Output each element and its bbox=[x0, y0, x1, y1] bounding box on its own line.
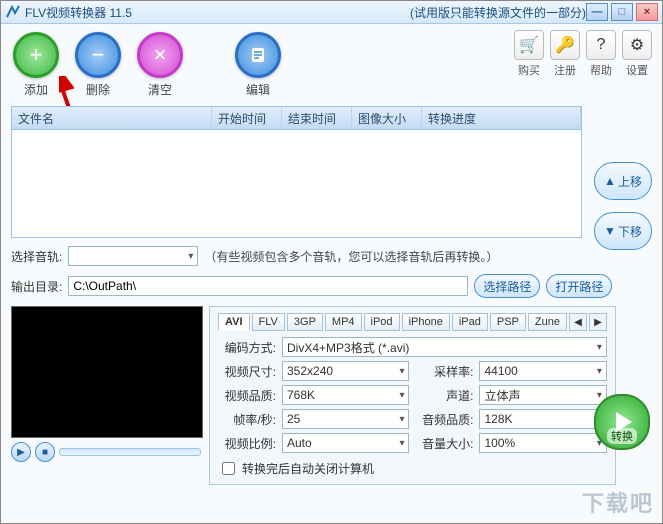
samplerate-select[interactable]: 44100▾ bbox=[479, 361, 606, 381]
volume-select[interactable]: 100%▾ bbox=[479, 433, 606, 453]
samplerate-label: 采样率: bbox=[415, 363, 473, 380]
add-button[interactable]: + 添加 bbox=[11, 30, 61, 100]
title-suffix: (试用版只能转换源文件的一部分) bbox=[410, 4, 586, 21]
remove-button[interactable]: − 删除 bbox=[73, 30, 123, 100]
chevron-down-icon: ▾ bbox=[188, 251, 193, 262]
app-icon bbox=[5, 4, 21, 20]
preview-screen bbox=[11, 306, 203, 438]
open-path-button[interactable]: 打开路径 bbox=[546, 274, 612, 298]
codec-select[interactable]: DivX4+MP3格式 (*.avi)▾ bbox=[282, 337, 607, 357]
move-up-button[interactable]: ▲上移 bbox=[594, 162, 652, 200]
encoding-settings: AVIFLV3GPMP4iPodiPhoneiPadPSPZune◀▶ 编码方式… bbox=[209, 306, 616, 485]
col-progress[interactable]: 转换进度 bbox=[422, 107, 581, 129]
tab-next[interactable]: ▶ bbox=[589, 313, 607, 331]
list-header: 文件名 开始时间 结束时间 图像大小 转换进度 bbox=[12, 107, 581, 130]
maximize-button[interactable]: □ bbox=[611, 3, 633, 21]
cart-icon: 🛒 bbox=[514, 30, 544, 60]
edit-icon bbox=[235, 32, 281, 78]
seek-slider[interactable] bbox=[59, 448, 201, 456]
fps-select[interactable]: 25▾ bbox=[282, 409, 409, 429]
col-filename[interactable]: 文件名 bbox=[12, 107, 212, 129]
format-tab-psp[interactable]: PSP bbox=[490, 313, 526, 331]
format-tab-ipad[interactable]: iPad bbox=[452, 313, 488, 331]
shutdown-checkbox[interactable] bbox=[222, 462, 235, 475]
channels-label: 声道: bbox=[415, 387, 473, 404]
choose-path-button[interactable]: 选择路径 bbox=[474, 274, 540, 298]
audio-hint: （有些视频包含多个音轨，您可以选择音轨后再转换。） bbox=[204, 248, 498, 265]
titlebar: FLV视频转换器 11.5 (试用版只能转换源文件的一部分) — □ × bbox=[1, 1, 662, 24]
format-tab-ipod[interactable]: iPod bbox=[364, 313, 400, 331]
format-tab-mp4[interactable]: MP4 bbox=[325, 313, 362, 331]
x-icon: × bbox=[137, 32, 183, 78]
channels-select[interactable]: 立体声▾ bbox=[479, 385, 606, 405]
format-tab-zune[interactable]: Zune bbox=[528, 313, 567, 331]
gear-icon: ⚙ bbox=[622, 30, 652, 60]
volume-label: 音量大小: bbox=[415, 435, 473, 452]
clear-button[interactable]: × 清空 bbox=[135, 30, 185, 100]
col-end[interactable]: 结束时间 bbox=[282, 107, 352, 129]
settings-button[interactable]: ⚙设置 bbox=[622, 30, 652, 78]
codec-label: 编码方式: bbox=[218, 339, 276, 356]
abitrate-label: 音频品质: bbox=[415, 411, 473, 428]
tab-prev[interactable]: ◀ bbox=[569, 313, 587, 331]
play-button[interactable]: ▶ bbox=[11, 442, 31, 462]
help-button[interactable]: ?帮助 bbox=[586, 30, 616, 78]
close-button[interactable]: × bbox=[636, 3, 658, 21]
output-dir-label: 输出目录: bbox=[11, 278, 62, 295]
ratio-label: 视频比例: bbox=[218, 435, 276, 452]
key-icon: 🔑 bbox=[550, 30, 580, 60]
buy-button[interactable]: 🛒购买 bbox=[514, 30, 544, 78]
format-tab-iphone[interactable]: iPhone bbox=[402, 313, 450, 331]
convert-button[interactable]: 转换 bbox=[594, 394, 650, 450]
shutdown-label: 转换完后自动关闭计算机 bbox=[242, 460, 374, 477]
edit-button[interactable]: 编辑 bbox=[233, 30, 283, 100]
audio-track-select[interactable]: ▾ bbox=[68, 246, 198, 266]
plus-icon: + bbox=[13, 32, 59, 78]
col-start[interactable]: 开始时间 bbox=[212, 107, 282, 129]
stop-button[interactable]: ■ bbox=[35, 442, 55, 462]
minimize-button[interactable]: — bbox=[586, 3, 608, 21]
preview-pane: ▶ ■ bbox=[11, 306, 201, 485]
app-title: FLV视频转换器 11.5 bbox=[25, 4, 406, 21]
file-list[interactable]: 文件名 开始时间 结束时间 图像大小 转换进度 bbox=[11, 106, 582, 238]
audio-track-label: 选择音轨: bbox=[11, 248, 62, 265]
vbitrate-label: 视频品质: bbox=[218, 387, 276, 404]
fps-label: 帧率/秒: bbox=[218, 411, 276, 428]
aspect-ratio-select[interactable]: Auto▾ bbox=[282, 433, 409, 453]
chevron-down-icon: ▼ bbox=[604, 224, 616, 238]
video-bitrate-select[interactable]: 768K▾ bbox=[282, 385, 409, 405]
watermark: 下载吧 bbox=[582, 486, 654, 518]
col-size[interactable]: 图像大小 bbox=[352, 107, 422, 129]
format-tab-3gp[interactable]: 3GP bbox=[287, 313, 323, 331]
audio-bitrate-select[interactable]: 128K▾ bbox=[479, 409, 606, 429]
video-size-select[interactable]: 352x240▾ bbox=[282, 361, 409, 381]
move-down-button[interactable]: ▼下移 bbox=[594, 212, 652, 250]
minus-icon: − bbox=[75, 32, 121, 78]
chevron-up-icon: ▲ bbox=[604, 174, 616, 188]
register-button[interactable]: 🔑注册 bbox=[550, 30, 580, 78]
size-label: 视频尺寸: bbox=[218, 363, 276, 380]
format-tab-avi[interactable]: AVI bbox=[218, 313, 250, 331]
output-dir-input[interactable] bbox=[68, 276, 468, 296]
help-icon: ? bbox=[586, 30, 616, 60]
format-tab-flv[interactable]: FLV bbox=[252, 313, 285, 331]
